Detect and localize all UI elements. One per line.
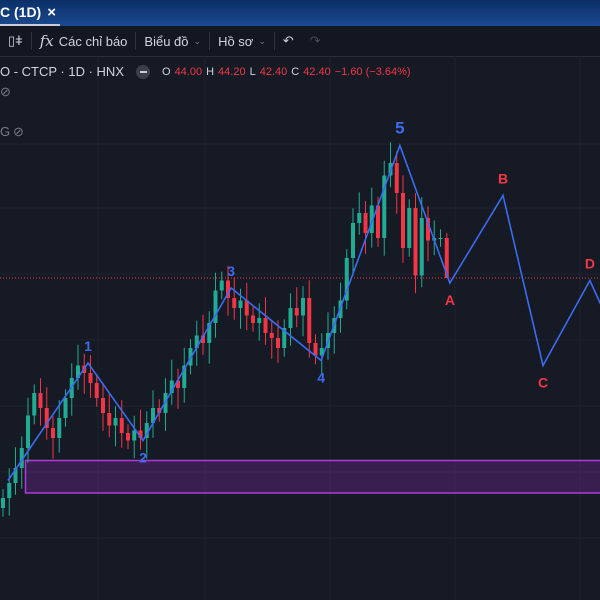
chart-menu-label: Biểu đồ [144,33,189,49]
candle-body [219,280,224,291]
candle-body [51,428,55,438]
open-value: 44.00 [174,65,203,78]
candle-body [401,193,405,248]
candle-body [419,218,424,276]
wave-label-C: C [538,375,548,391]
candle-body [351,223,355,258]
candle-body [88,373,93,383]
candle-style-button[interactable]: ▯ǂ [0,26,31,56]
wave-label-3: 3 [227,263,235,279]
close-value: 42.40 [303,65,331,78]
candle-body [307,298,312,343]
profile-menu-button[interactable]: Hồ sơ ⌄ [210,26,274,56]
indicators-button[interactable]: fx Các chỉ báo [32,26,136,56]
wave-label-5: 5 [395,119,404,138]
price-chart[interactable]: 1 2 3 4 5 A B C D [0,56,600,600]
low-value: 42.40 [259,65,288,78]
chart-menu-button[interactable]: Biểu đồ ⌄ [136,26,209,56]
undo-icon: ↶ [282,33,294,48]
candle-body [126,433,130,441]
candle-body [244,300,249,316]
redo-icon: ↷ [309,33,321,48]
indicators-label: Các chỉ báo [58,33,128,49]
candle-body [38,393,43,408]
open-label: O [162,65,171,78]
wave-label-A: A [445,292,455,308]
undo-button[interactable]: ↶ [275,26,302,56]
window-header [0,0,600,26]
candle-body [313,343,318,356]
candle-body [257,318,262,323]
change-value: −1.60 (−3.64%) [334,65,411,78]
candle-body [438,238,443,239]
tab-label: C (1D) [0,4,42,20]
candle-body [357,213,362,223]
candle-body [288,308,293,328]
hide-eye-icon[interactable]: ⊘ [13,124,24,140]
support-zone [24,459,600,494]
candle-body [294,308,299,316]
wave-label-D: D [585,256,595,272]
hide-eye-icon[interactable]: ⊘ [0,84,11,100]
candle-body [26,415,30,448]
wave-label-1: 1 [84,338,92,354]
candle-body [251,315,255,323]
wave-label-4: 4 [317,370,325,386]
candle-body [407,208,412,248]
close-label: C [291,65,300,78]
function-icon: fx [39,32,54,50]
chart-tab[interactable]: C (1D) × [0,0,60,26]
candle-body [232,298,237,308]
candle-body [363,213,368,233]
close-icon[interactable]: × [47,4,56,21]
wave-label-2: 2 [139,450,147,466]
candle-body [107,413,112,426]
symbol-title: O - CTCP · 1D · HNX [0,64,124,79]
candle-body [413,208,418,276]
toolbar: ▯ǂ fx Các chỉ báo Biểu đồ ⌄ Hồ sơ ⌄ ↶ ↷ [0,26,600,57]
wave-label-B: B [498,171,508,187]
chevron-down-icon: ⌄ [193,35,202,46]
candle-body [1,498,5,508]
profile-menu-label: Hồ sơ [218,33,254,49]
high-label: H [206,65,215,78]
candle-body [263,318,268,333]
candle-body [394,163,399,193]
candle-body [57,418,62,438]
low-label: L [249,65,256,78]
candle-body [276,338,280,348]
high-value: 44.20 [218,65,246,78]
candle-body [301,298,305,316]
collapse-button[interactable] [136,64,150,79]
redo-button[interactable]: ↷ [302,26,329,56]
candle-body [63,398,68,418]
candle-body [7,483,12,498]
candle-body [101,398,105,413]
candle-body [32,393,37,416]
candlestick-icon: ▯ǂ [8,33,23,48]
symbol-legend: O - CTCP · 1D · HNX O 44.00 H 44.20 L 42.40… [0,64,411,79]
candle-body [113,418,118,426]
candle-body [269,333,274,338]
candle-body [119,418,124,433]
tab-bar: C (1D) × [0,0,60,26]
candle-body [132,430,137,441]
candle-body [94,383,99,398]
chevron-down-icon: ⌄ [258,35,266,46]
indicator-label: G [0,124,11,139]
candle-body [238,300,243,308]
